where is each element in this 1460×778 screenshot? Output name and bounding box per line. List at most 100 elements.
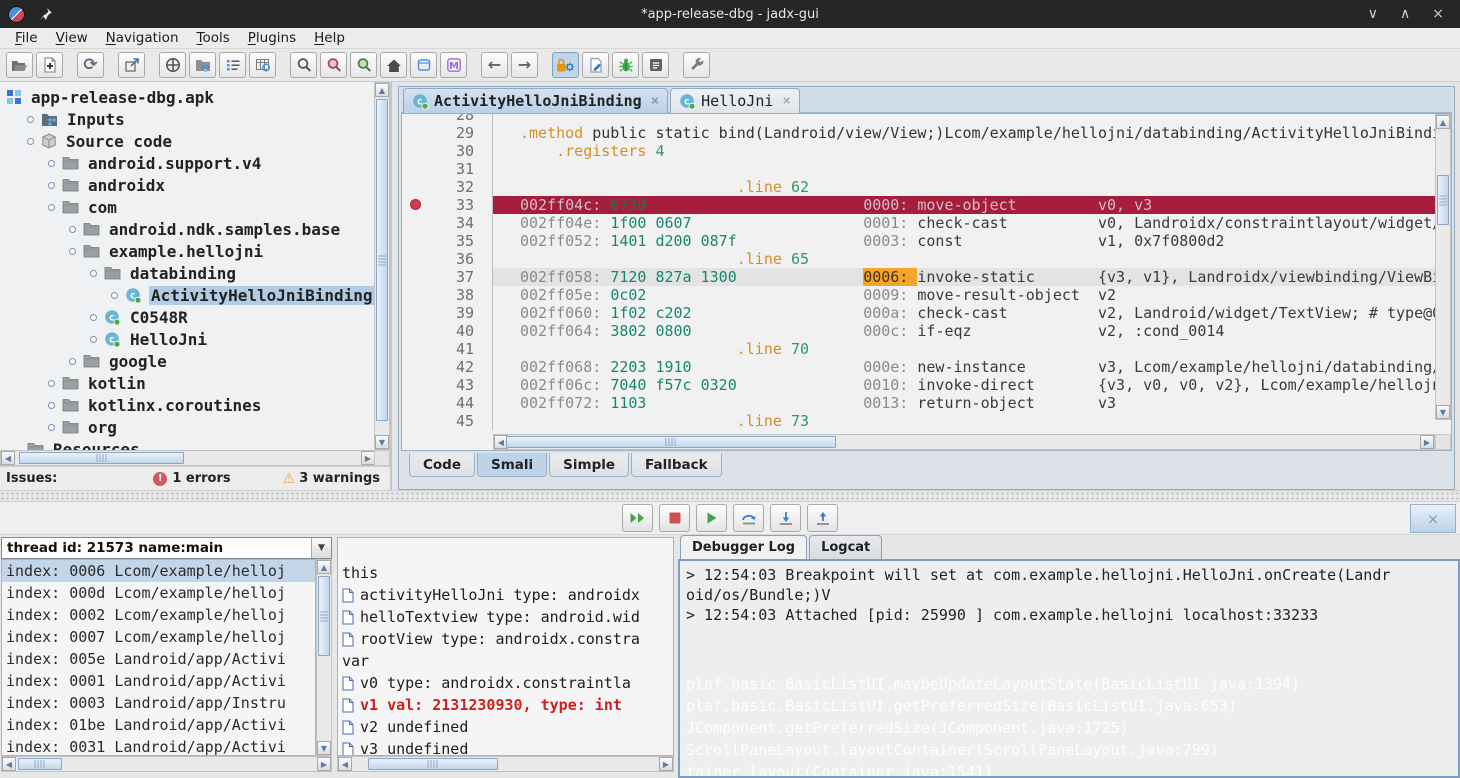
line-number[interactable]: 32 xyxy=(402,178,493,196)
scrollbar-thumb[interactable] xyxy=(1437,175,1449,225)
quark-report-button[interactable] xyxy=(582,52,609,78)
step-out-button[interactable] xyxy=(807,504,838,532)
tree-item-com[interactable]: com xyxy=(0,196,376,218)
view-tab-simple[interactable]: Simple xyxy=(549,453,629,477)
line-number[interactable]: 44 xyxy=(402,394,493,412)
tree-toggle-icon[interactable] xyxy=(48,182,55,189)
line-number[interactable]: 36 xyxy=(402,250,493,268)
minimize-icon[interactable]: ∨ xyxy=(1368,6,1378,22)
text-search-button[interactable] xyxy=(290,52,317,78)
menu-plugins[interactable]: Plugins xyxy=(239,30,305,46)
scroll-left-icon[interactable]: ◀ xyxy=(2,757,16,771)
menu-navigation[interactable]: Navigation xyxy=(97,30,188,46)
errors-badge[interactable]: ! 1 errors xyxy=(153,471,230,486)
menu-help[interactable]: Help xyxy=(305,30,354,46)
tree-item-source-code[interactable]: Source code xyxy=(0,130,376,152)
tree-item-databinding[interactable]: databinding xyxy=(0,262,376,284)
tree-item-inputs[interactable]: Inputs xyxy=(0,108,376,130)
stack-frame-row[interactable]: index: 000d Lcom/example/helloj xyxy=(2,582,315,604)
class-search-button[interactable] xyxy=(320,52,347,78)
menu-file[interactable]: File xyxy=(6,30,47,46)
editor-tab-hellojni[interactable]: cHelloJni× xyxy=(670,88,800,113)
stack-frame-row[interactable]: index: 0002 Lcom/example/helloj xyxy=(2,604,315,626)
tree-toggle-icon[interactable] xyxy=(90,336,97,343)
line-number[interactable]: 43 xyxy=(402,376,493,394)
scrollbar-thumb[interactable] xyxy=(368,758,498,770)
scroll-right-icon[interactable]: ▶ xyxy=(361,451,375,465)
tree-item-google[interactable]: google xyxy=(0,350,376,372)
open-custom-button[interactable] xyxy=(410,52,437,78)
tree-toggle-icon[interactable] xyxy=(90,270,97,277)
stack-frame-row[interactable]: index: 0001 Landroid/app/Activi xyxy=(2,670,315,692)
line-number[interactable]: 41 xyxy=(402,340,493,358)
line-number[interactable]: 30 xyxy=(402,142,493,160)
scroll-left-icon[interactable]: ◀ xyxy=(1,451,15,465)
variables-horizontal-scrollbar[interactable]: ◀ ▶ xyxy=(337,756,674,772)
mappings-button[interactable]: M xyxy=(440,52,467,78)
tree-toggle-icon[interactable] xyxy=(48,402,55,409)
scroll-right-icon[interactable]: ▶ xyxy=(1420,435,1434,449)
tree-item-org[interactable]: org xyxy=(0,416,376,438)
smali-code-area[interactable]: 2829.method public static bind(Landroid/… xyxy=(401,113,1452,451)
tree-item-app-release-dbg-apk[interactable]: app-release-dbg.apk xyxy=(0,86,376,108)
stack-frame-row[interactable]: index: 01be Landroid/app/Activi xyxy=(2,714,315,736)
step-into-button[interactable] xyxy=(770,504,801,532)
tree-item-activityhellojnibinding[interactable]: cActivityHelloJniBinding xyxy=(0,284,376,306)
variable-row-activityhellojni[interactable]: activityHelloJni type: androidx xyxy=(338,584,673,606)
line-number[interactable]: 45 xyxy=(402,412,493,430)
run-to-cursor-button[interactable] xyxy=(622,504,653,532)
variable-row-v2[interactable]: v2 undefined xyxy=(338,716,673,738)
line-number[interactable]: 34 xyxy=(402,214,493,232)
tree-toggle-icon[interactable] xyxy=(48,160,55,167)
close-icon[interactable]: × xyxy=(1432,6,1444,22)
scrollbar-thumb[interactable] xyxy=(18,758,62,770)
tree-item-android-ndk-samples-base[interactable]: android.ndk.samples.base xyxy=(0,218,376,240)
scroll-up-icon[interactable]: ▲ xyxy=(317,560,331,574)
tree-toggle-icon[interactable] xyxy=(111,292,118,299)
stack-frame-row[interactable]: index: 0003 Landroid/app/Instru xyxy=(2,692,315,714)
tree-toggle-icon[interactable] xyxy=(69,248,76,255)
view-tab-smali[interactable]: Smali xyxy=(477,453,547,477)
sort-button[interactable] xyxy=(219,52,246,78)
warnings-badge[interactable]: ⚠ 3 warnings xyxy=(283,471,380,487)
scroll-right-icon[interactable]: ▶ xyxy=(317,757,331,771)
scrollbar-thumb[interactable] xyxy=(318,576,330,656)
code-horizontal-scrollbar[interactable]: ◀ ▶ xyxy=(493,434,1435,450)
tree-toggle-icon[interactable] xyxy=(48,424,55,431)
log-viewer-button[interactable] xyxy=(642,52,669,78)
line-number[interactable]: 33 xyxy=(402,196,493,214)
log-tab-logcat[interactable]: Logcat xyxy=(809,535,882,559)
variable-row-v3[interactable]: v3 undefined xyxy=(338,738,673,756)
debugger-close-button[interactable]: × xyxy=(1410,504,1456,533)
line-number[interactable]: 40 xyxy=(402,322,493,340)
line-number[interactable]: 39 xyxy=(402,304,493,322)
variable-row-this[interactable]: this xyxy=(338,562,673,584)
menu-view[interactable]: View xyxy=(47,30,97,46)
tree-toggle-icon[interactable] xyxy=(69,226,76,233)
tree-vertical-scrollbar[interactable]: ▲ ▼ xyxy=(374,82,390,450)
nav-forward-button[interactable]: → xyxy=(511,52,538,78)
code-vertical-scrollbar[interactable]: ▲ ▼ xyxy=(1435,114,1451,420)
breakpoint-icon[interactable] xyxy=(410,199,421,210)
line-number[interactable]: 31 xyxy=(402,160,493,178)
reload-button[interactable]: ⟳ xyxy=(77,52,104,78)
menu-tools[interactable]: Tools xyxy=(188,30,239,46)
tree-toggle-icon[interactable] xyxy=(27,138,34,145)
scroll-down-icon[interactable]: ▼ xyxy=(317,741,331,755)
editor-tab-activityhellojnibinding[interactable]: cActivityHelloJniBinding× xyxy=(403,88,668,113)
tree-item-kotlin[interactable]: kotlin xyxy=(0,372,376,394)
preferences-button[interactable] xyxy=(683,52,710,78)
comment-search-button[interactable] xyxy=(350,52,377,78)
nav-back-button[interactable]: ← xyxy=(481,52,508,78)
variable-row-var[interactable]: var xyxy=(338,650,673,672)
step-over-button[interactable] xyxy=(733,504,764,532)
stack-frame-row[interactable]: index: 0007 Lcom/example/helloj xyxy=(2,626,315,648)
variable-row-v0[interactable]: v0 type: androidx.constraintla xyxy=(338,672,673,694)
tree-horizontal-scrollbar[interactable]: ◀ ▶ xyxy=(0,450,376,466)
view-tab-code[interactable]: Code xyxy=(409,453,475,477)
line-number[interactable]: 37 xyxy=(402,268,493,286)
line-number[interactable]: 38 xyxy=(402,286,493,304)
tree-toggle-icon[interactable] xyxy=(48,204,55,211)
line-number[interactable]: 42 xyxy=(402,358,493,376)
line-number[interactable]: 35 xyxy=(402,232,493,250)
